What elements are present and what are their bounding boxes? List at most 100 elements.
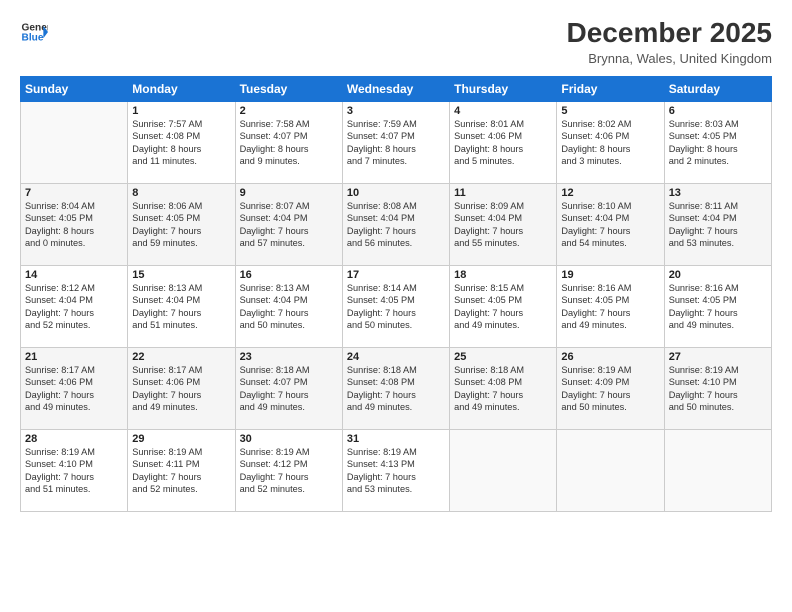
- calendar-week-2: 7Sunrise: 8:04 AMSunset: 4:05 PMDaylight…: [21, 183, 772, 265]
- calendar-cell: [557, 429, 664, 511]
- calendar-cell: 7Sunrise: 8:04 AMSunset: 4:05 PMDaylight…: [21, 183, 128, 265]
- calendar-cell: 8Sunrise: 8:06 AMSunset: 4:05 PMDaylight…: [128, 183, 235, 265]
- header: General Blue December 2025 Brynna, Wales…: [20, 18, 772, 66]
- calendar-week-4: 21Sunrise: 8:17 AMSunset: 4:06 PMDayligh…: [21, 347, 772, 429]
- title-block: December 2025 Brynna, Wales, United King…: [567, 18, 772, 66]
- day-number: 15: [132, 269, 230, 281]
- day-info: Sunrise: 8:13 AMSunset: 4:04 PMDaylight:…: [240, 282, 338, 332]
- day-number: 25: [454, 351, 552, 363]
- calendar-cell: 22Sunrise: 8:17 AMSunset: 4:06 PMDayligh…: [128, 347, 235, 429]
- day-number: 28: [25, 433, 123, 445]
- day-info: Sunrise: 8:12 AMSunset: 4:04 PMDaylight:…: [25, 282, 123, 332]
- calendar-cell: 10Sunrise: 8:08 AMSunset: 4:04 PMDayligh…: [342, 183, 449, 265]
- day-number: 7: [25, 187, 123, 199]
- day-info: Sunrise: 8:08 AMSunset: 4:04 PMDaylight:…: [347, 200, 445, 250]
- day-number: 9: [240, 187, 338, 199]
- day-info: Sunrise: 8:19 AMSunset: 4:11 PMDaylight:…: [132, 446, 230, 496]
- day-header-sunday: Sunday: [21, 76, 128, 101]
- day-info: Sunrise: 8:19 AMSunset: 4:12 PMDaylight:…: [240, 446, 338, 496]
- day-info: Sunrise: 8:06 AMSunset: 4:05 PMDaylight:…: [132, 200, 230, 250]
- calendar-cell: 29Sunrise: 8:19 AMSunset: 4:11 PMDayligh…: [128, 429, 235, 511]
- day-number: 16: [240, 269, 338, 281]
- day-info: Sunrise: 8:17 AMSunset: 4:06 PMDaylight:…: [25, 364, 123, 414]
- calendar-cell: 17Sunrise: 8:14 AMSunset: 4:05 PMDayligh…: [342, 265, 449, 347]
- page: General Blue December 2025 Brynna, Wales…: [0, 0, 792, 612]
- calendar-body: 1Sunrise: 7:57 AMSunset: 4:08 PMDaylight…: [21, 101, 772, 511]
- day-number: 30: [240, 433, 338, 445]
- calendar-cell: 19Sunrise: 8:16 AMSunset: 4:05 PMDayligh…: [557, 265, 664, 347]
- calendar-cell: 6Sunrise: 8:03 AMSunset: 4:05 PMDaylight…: [664, 101, 771, 183]
- calendar-week-5: 28Sunrise: 8:19 AMSunset: 4:10 PMDayligh…: [21, 429, 772, 511]
- calendar-cell: 20Sunrise: 8:16 AMSunset: 4:05 PMDayligh…: [664, 265, 771, 347]
- svg-text:Blue: Blue: [22, 33, 44, 44]
- calendar-cell: 2Sunrise: 7:58 AMSunset: 4:07 PMDaylight…: [235, 101, 342, 183]
- day-info: Sunrise: 8:13 AMSunset: 4:04 PMDaylight:…: [132, 282, 230, 332]
- day-number: 21: [25, 351, 123, 363]
- calendar-cell: 24Sunrise: 8:18 AMSunset: 4:08 PMDayligh…: [342, 347, 449, 429]
- day-info: Sunrise: 8:14 AMSunset: 4:05 PMDaylight:…: [347, 282, 445, 332]
- day-number: 24: [347, 351, 445, 363]
- day-info: Sunrise: 8:18 AMSunset: 4:07 PMDaylight:…: [240, 364, 338, 414]
- day-number: 6: [669, 105, 767, 117]
- day-info: Sunrise: 8:09 AMSunset: 4:04 PMDaylight:…: [454, 200, 552, 250]
- calendar-cell: 15Sunrise: 8:13 AMSunset: 4:04 PMDayligh…: [128, 265, 235, 347]
- day-number: 3: [347, 105, 445, 117]
- calendar-header-row: SundayMondayTuesdayWednesdayThursdayFrid…: [21, 76, 772, 101]
- day-header-monday: Monday: [128, 76, 235, 101]
- day-info: Sunrise: 8:07 AMSunset: 4:04 PMDaylight:…: [240, 200, 338, 250]
- day-info: Sunrise: 8:19 AMSunset: 4:10 PMDaylight:…: [669, 364, 767, 414]
- day-number: 4: [454, 105, 552, 117]
- calendar-cell: [450, 429, 557, 511]
- day-info: Sunrise: 8:19 AMSunset: 4:13 PMDaylight:…: [347, 446, 445, 496]
- calendar-cell: 21Sunrise: 8:17 AMSunset: 4:06 PMDayligh…: [21, 347, 128, 429]
- calendar-cell: [664, 429, 771, 511]
- day-header-wednesday: Wednesday: [342, 76, 449, 101]
- calendar-week-3: 14Sunrise: 8:12 AMSunset: 4:04 PMDayligh…: [21, 265, 772, 347]
- day-number: 5: [561, 105, 659, 117]
- day-number: 29: [132, 433, 230, 445]
- month-title: December 2025: [567, 18, 772, 49]
- day-number: 2: [240, 105, 338, 117]
- calendar-cell: 26Sunrise: 8:19 AMSunset: 4:09 PMDayligh…: [557, 347, 664, 429]
- location: Brynna, Wales, United Kingdom: [567, 51, 772, 66]
- day-number: 23: [240, 351, 338, 363]
- calendar-cell: 9Sunrise: 8:07 AMSunset: 4:04 PMDaylight…: [235, 183, 342, 265]
- day-number: 11: [454, 187, 552, 199]
- calendar-cell: 23Sunrise: 8:18 AMSunset: 4:07 PMDayligh…: [235, 347, 342, 429]
- calendar-cell: 3Sunrise: 7:59 AMSunset: 4:07 PMDaylight…: [342, 101, 449, 183]
- day-number: 12: [561, 187, 659, 199]
- day-info: Sunrise: 7:57 AMSunset: 4:08 PMDaylight:…: [132, 118, 230, 168]
- calendar-cell: 4Sunrise: 8:01 AMSunset: 4:06 PMDaylight…: [450, 101, 557, 183]
- calendar-cell: 12Sunrise: 8:10 AMSunset: 4:04 PMDayligh…: [557, 183, 664, 265]
- day-number: 22: [132, 351, 230, 363]
- day-info: Sunrise: 8:01 AMSunset: 4:06 PMDaylight:…: [454, 118, 552, 168]
- logo-icon: General Blue: [20, 18, 48, 46]
- calendar-cell: 30Sunrise: 8:19 AMSunset: 4:12 PMDayligh…: [235, 429, 342, 511]
- day-number: 31: [347, 433, 445, 445]
- calendar-cell: 25Sunrise: 8:18 AMSunset: 4:08 PMDayligh…: [450, 347, 557, 429]
- day-info: Sunrise: 8:11 AMSunset: 4:04 PMDaylight:…: [669, 200, 767, 250]
- day-header-friday: Friday: [557, 76, 664, 101]
- day-number: 19: [561, 269, 659, 281]
- day-info: Sunrise: 8:17 AMSunset: 4:06 PMDaylight:…: [132, 364, 230, 414]
- calendar-cell: 5Sunrise: 8:02 AMSunset: 4:06 PMDaylight…: [557, 101, 664, 183]
- calendar-cell: 28Sunrise: 8:19 AMSunset: 4:10 PMDayligh…: [21, 429, 128, 511]
- day-info: Sunrise: 7:59 AMSunset: 4:07 PMDaylight:…: [347, 118, 445, 168]
- day-info: Sunrise: 8:18 AMSunset: 4:08 PMDaylight:…: [347, 364, 445, 414]
- day-number: 17: [347, 269, 445, 281]
- day-number: 26: [561, 351, 659, 363]
- calendar-cell: 14Sunrise: 8:12 AMSunset: 4:04 PMDayligh…: [21, 265, 128, 347]
- calendar-table: SundayMondayTuesdayWednesdayThursdayFrid…: [20, 76, 772, 512]
- day-info: Sunrise: 7:58 AMSunset: 4:07 PMDaylight:…: [240, 118, 338, 168]
- day-info: Sunrise: 8:18 AMSunset: 4:08 PMDaylight:…: [454, 364, 552, 414]
- day-number: 18: [454, 269, 552, 281]
- day-number: 10: [347, 187, 445, 199]
- day-info: Sunrise: 8:02 AMSunset: 4:06 PMDaylight:…: [561, 118, 659, 168]
- day-number: 27: [669, 351, 767, 363]
- day-number: 20: [669, 269, 767, 281]
- day-number: 13: [669, 187, 767, 199]
- day-header-saturday: Saturday: [664, 76, 771, 101]
- calendar-cell: 18Sunrise: 8:15 AMSunset: 4:05 PMDayligh…: [450, 265, 557, 347]
- day-number: 1: [132, 105, 230, 117]
- day-number: 14: [25, 269, 123, 281]
